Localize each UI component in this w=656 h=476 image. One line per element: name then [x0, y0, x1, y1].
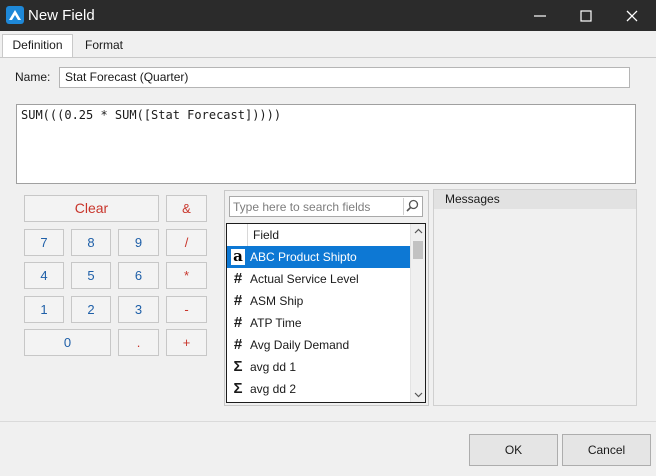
tab-definition[interactable]: Definition	[2, 34, 73, 58]
formula-editor[interactable]: SUM(((0.25 * SUM([Stat Forecast]))))	[16, 104, 636, 184]
name-label: Name:	[15, 70, 51, 84]
sigma-icon: Σ	[233, 380, 243, 397]
scroll-down-button[interactable]	[411, 387, 425, 402]
field-name: ASM Ship	[250, 294, 304, 308]
field-list-scrollbar[interactable]	[410, 224, 425, 402]
number-type-icon: #	[233, 270, 243, 287]
multiply-button[interactable]: *	[166, 262, 207, 289]
field-list-item[interactable]: # Avg Daily Demand	[227, 334, 410, 356]
field-list-item[interactable]: # ATP Time	[227, 312, 410, 334]
minimize-button[interactable]	[517, 0, 563, 31]
maximize-button[interactable]	[563, 0, 609, 31]
digit-1-button[interactable]: 1	[24, 296, 64, 323]
field-name: avg dd 1	[250, 360, 297, 374]
number-type-icon: #	[233, 336, 243, 353]
title-bar: New Field	[0, 0, 656, 31]
field-name: ABC Product Shipto	[250, 250, 357, 264]
digit-8-button[interactable]: 8	[71, 229, 111, 256]
close-button[interactable]	[609, 0, 655, 31]
digit-4-button[interactable]: 4	[24, 262, 64, 289]
cancel-button[interactable]: Cancel	[562, 434, 651, 466]
messages-header: Messages	[434, 190, 636, 209]
field-name: Actual Service Level	[250, 272, 359, 286]
search-icon[interactable]	[403, 198, 421, 215]
field-list-item[interactable]: a ABC Product Shipto	[227, 246, 410, 268]
number-type-icon: #	[233, 292, 243, 309]
window-title: New Field	[28, 7, 95, 24]
digit-0-button[interactable]: 0	[24, 329, 111, 356]
sigma-icon: Σ	[233, 358, 243, 375]
field-name: ATP Time	[250, 316, 302, 330]
minimize-icon	[534, 15, 546, 17]
digit-2-button[interactable]: 2	[71, 296, 111, 323]
chevron-down-icon	[414, 392, 423, 398]
name-field[interactable]: Stat Forecast (Quarter)	[59, 67, 630, 88]
field-list-item[interactable]: Σavg dd 1	[227, 356, 410, 378]
field-list-header: Field	[227, 224, 410, 247]
scrollbar-thumb[interactable]	[413, 241, 423, 259]
field-search-box	[229, 196, 423, 217]
chevron-up-icon	[414, 228, 423, 234]
messages-panel: Messages	[433, 189, 637, 406]
messages-title: Messages	[445, 192, 500, 206]
decimal-button[interactable]: .	[118, 329, 159, 356]
tab-bar: Definition Format	[0, 31, 656, 58]
field-list: Field a ABC Product Shipto # Actual Service…	[226, 223, 426, 403]
scroll-up-button[interactable]	[411, 224, 425, 239]
plus-button[interactable]: +	[166, 329, 207, 356]
divide-button[interactable]: /	[166, 229, 207, 256]
field-search-input[interactable]	[233, 198, 401, 215]
field-name: avg dd 2	[250, 382, 297, 396]
field-list-item[interactable]: # Actual Service Level	[227, 268, 410, 290]
app-logo-icon	[6, 6, 24, 24]
close-icon	[626, 10, 638, 22]
header-divider	[247, 224, 248, 246]
field-list-item[interactable]: # ASM Ship	[227, 290, 410, 312]
digit-9-button[interactable]: 9	[118, 229, 159, 256]
number-type-icon: #	[233, 314, 243, 331]
digit-3-button[interactable]: 3	[118, 296, 159, 323]
digit-6-button[interactable]: 6	[118, 262, 159, 289]
tab-format[interactable]: Format	[76, 35, 132, 57]
field-column-header[interactable]: Field	[253, 228, 279, 242]
concat-button[interactable]: &	[166, 195, 207, 222]
clear-button[interactable]: Clear	[24, 195, 159, 222]
text-type-icon: a	[231, 249, 245, 265]
maximize-icon	[580, 10, 592, 22]
digit-7-button[interactable]: 7	[24, 229, 64, 256]
field-list-item[interactable]: Σavg dd 2	[227, 378, 410, 400]
minus-button[interactable]: -	[166, 296, 207, 323]
field-name: Avg Daily Demand	[250, 338, 350, 352]
digit-5-button[interactable]: 5	[71, 262, 111, 289]
ok-button[interactable]: OK	[469, 434, 558, 466]
